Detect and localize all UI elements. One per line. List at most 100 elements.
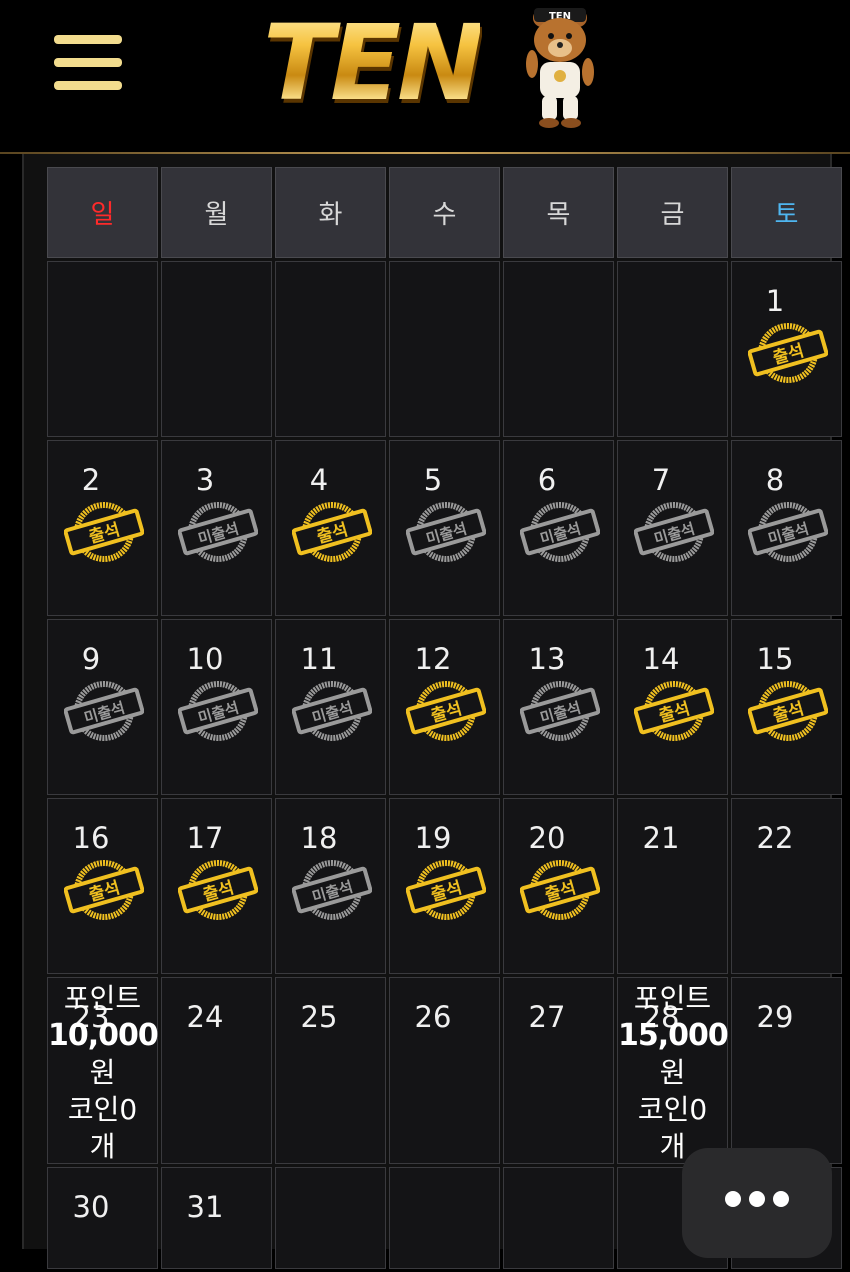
day-number: 8 xyxy=(765,463,785,497)
calendar-day-cell[interactable]: 1 출석 xyxy=(731,261,842,437)
calendar-day-cell[interactable]: 20 출석 xyxy=(503,798,614,974)
attended-stamp-icon: 출석 xyxy=(748,323,828,383)
calendar-day-cell[interactable]: 19 출석 xyxy=(389,798,500,974)
calendar-body: 1 출석 2 출석 3 미출석 4 출석 5 미출석 6 미출석 7 미출석 8 미출석 9 미출석 10 미출석 11… xyxy=(47,261,842,1269)
weekday-tuesday: 화 xyxy=(275,167,386,258)
calendar-day-cell[interactable]: 30 xyxy=(47,1167,158,1269)
weekday-saturday: 토 xyxy=(731,167,842,258)
calendar-day-cell[interactable]: 6 미출석 xyxy=(503,440,614,616)
calendar-empty-cell xyxy=(161,261,272,437)
calendar-empty-cell xyxy=(389,261,500,437)
absent-stamp-icon: 미출석 xyxy=(520,502,600,562)
more-dot xyxy=(749,1191,765,1207)
reward-amount: 15,000 xyxy=(618,1018,729,1053)
calendar-day-cell[interactable]: 7 미출석 xyxy=(617,440,728,616)
day-number: 3 xyxy=(195,463,215,497)
logo-text: TEN xyxy=(263,2,484,124)
calendar-day-cell[interactable]: 13 미출석 xyxy=(503,619,614,795)
day-number: 10 xyxy=(186,642,224,676)
day-number: 24 xyxy=(186,1000,224,1034)
reward-unit: 원 xyxy=(89,1056,116,1089)
calendar-day-cell[interactable]: 21 xyxy=(617,798,728,974)
calendar-day-cell[interactable]: 29 xyxy=(731,977,842,1164)
site-logo[interactable]: TEN TEN xyxy=(255,2,600,130)
attended-stamp-icon: 출석 xyxy=(406,681,486,741)
absent-stamp-icon: 미출석 xyxy=(178,681,258,741)
weekday-wednesday: 수 xyxy=(389,167,500,258)
calendar-day-cell[interactable]: 2 출석 xyxy=(47,440,158,616)
calendar-day-cell[interactable]: 26 xyxy=(389,977,500,1164)
day-number: 17 xyxy=(186,821,224,855)
absent-stamp-icon: 미출석 xyxy=(292,860,372,920)
reward-info: 포인트 10,000 원 코인0 개 xyxy=(48,980,159,1165)
day-number: 11 xyxy=(300,642,338,676)
calendar-day-cell[interactable]: 14 출석 xyxy=(617,619,728,795)
calendar-day-cell[interactable]: 23 포인트 10,000 원 코인0 개 xyxy=(47,977,159,1165)
reward-label: 포인트 xyxy=(63,982,142,1015)
absent-stamp-icon: 미출석 xyxy=(64,681,144,741)
calendar-day-cell[interactable]: 22 xyxy=(731,798,842,974)
day-number: 2 xyxy=(81,463,101,497)
reward-coin: 코인0 xyxy=(67,1093,138,1126)
absent-stamp-icon: 미출석 xyxy=(634,502,714,562)
attendance-calendar: 일 월 화 수 목 금 토 1 출석 2 출석 3 미출석 4 출석 5 미출석 6 미출석 7 미출석 8… xyxy=(44,164,845,1272)
day-number: 14 xyxy=(642,642,680,676)
calendar-day-cell[interactable]: 28 포인트 15,000 원 코인0 개 xyxy=(617,977,729,1164)
calendar-day-cell[interactable]: 27 xyxy=(503,977,614,1164)
day-number: 27 xyxy=(528,1000,566,1034)
weekday-friday: 금 xyxy=(617,167,728,258)
reward-coin-unit: 개 xyxy=(89,1130,116,1163)
calendar-week-row: 23 포인트 10,000 원 코인0 개 24 25 26 27 28 포인트 15,000 원 코인0 개… xyxy=(47,977,842,1164)
attended-stamp-icon: 출석 xyxy=(178,860,258,920)
calendar-day-cell[interactable]: 3 미출석 xyxy=(161,440,272,616)
calendar-day-cell[interactable]: 11 미출석 xyxy=(275,619,386,795)
day-number: 13 xyxy=(528,642,566,676)
more-options-button[interactable] xyxy=(682,1148,832,1258)
day-number: 12 xyxy=(414,642,452,676)
calendar-day-cell[interactable]: 10 미출석 xyxy=(161,619,272,795)
calendar-day-cell[interactable]: 4 출석 xyxy=(275,440,386,616)
day-number: 6 xyxy=(537,463,557,497)
day-number: 21 xyxy=(642,821,680,855)
calendar-week-row: 1 출석 xyxy=(47,261,842,437)
calendar-day-cell[interactable]: 8 미출석 xyxy=(731,440,842,616)
absent-stamp-icon: 미출석 xyxy=(292,681,372,741)
absent-stamp-icon: 미출석 xyxy=(748,502,828,562)
day-number: 20 xyxy=(528,821,566,855)
more-dots-icon xyxy=(725,1191,741,1207)
calendar-week-row: 16 출석 17 출석 18 미출석 19 출석 20 출석 21 22 xyxy=(47,798,842,974)
day-number: 22 xyxy=(756,821,794,855)
calendar-week-row: 9 미출석 10 미출석 11 미출석 12 출석 13 미출석 14 출석 15 출석 xyxy=(47,619,842,795)
day-number: 25 xyxy=(300,1000,338,1034)
calendar-day-cell[interactable]: 16 출석 xyxy=(47,798,158,974)
attended-stamp-icon: 출석 xyxy=(520,860,600,920)
calendar-empty-cell xyxy=(275,261,386,437)
calendar-empty-cell xyxy=(503,1167,614,1269)
attended-stamp-icon: 출석 xyxy=(64,860,144,920)
day-number: 15 xyxy=(756,642,794,676)
hamburger-menu-icon[interactable] xyxy=(54,35,122,93)
calendar-day-cell[interactable]: 24 xyxy=(161,977,272,1164)
weekday-thursday: 목 xyxy=(503,167,614,258)
attended-stamp-icon: 출석 xyxy=(634,681,714,741)
bear-mascot-icon: TEN xyxy=(526,8,594,128)
weekday-header-row: 일 월 화 수 목 금 토 xyxy=(47,167,842,258)
calendar-day-cell[interactable]: 25 xyxy=(275,977,386,1164)
attended-stamp-icon: 출석 xyxy=(406,860,486,920)
calendar-day-cell[interactable]: 17 출석 xyxy=(161,798,272,974)
calendar-day-cell[interactable]: 5 미출석 xyxy=(389,440,500,616)
calendar-empty-cell xyxy=(275,1167,386,1269)
calendar-day-cell[interactable]: 12 출석 xyxy=(389,619,500,795)
day-number: 4 xyxy=(309,463,329,497)
calendar-day-cell[interactable]: 18 미출석 xyxy=(275,798,386,974)
calendar-day-cell[interactable]: 31 xyxy=(161,1167,272,1269)
day-number: 16 xyxy=(72,821,110,855)
day-number: 29 xyxy=(756,1000,794,1034)
calendar-day-cell[interactable]: 15 출석 xyxy=(731,619,842,795)
day-number: 19 xyxy=(414,821,452,855)
calendar-empty-cell xyxy=(503,261,614,437)
attended-stamp-icon: 출석 xyxy=(64,502,144,562)
calendar-day-cell[interactable]: 9 미출석 xyxy=(47,619,158,795)
attended-stamp-icon: 출석 xyxy=(292,502,372,562)
day-number: 30 xyxy=(72,1190,110,1224)
